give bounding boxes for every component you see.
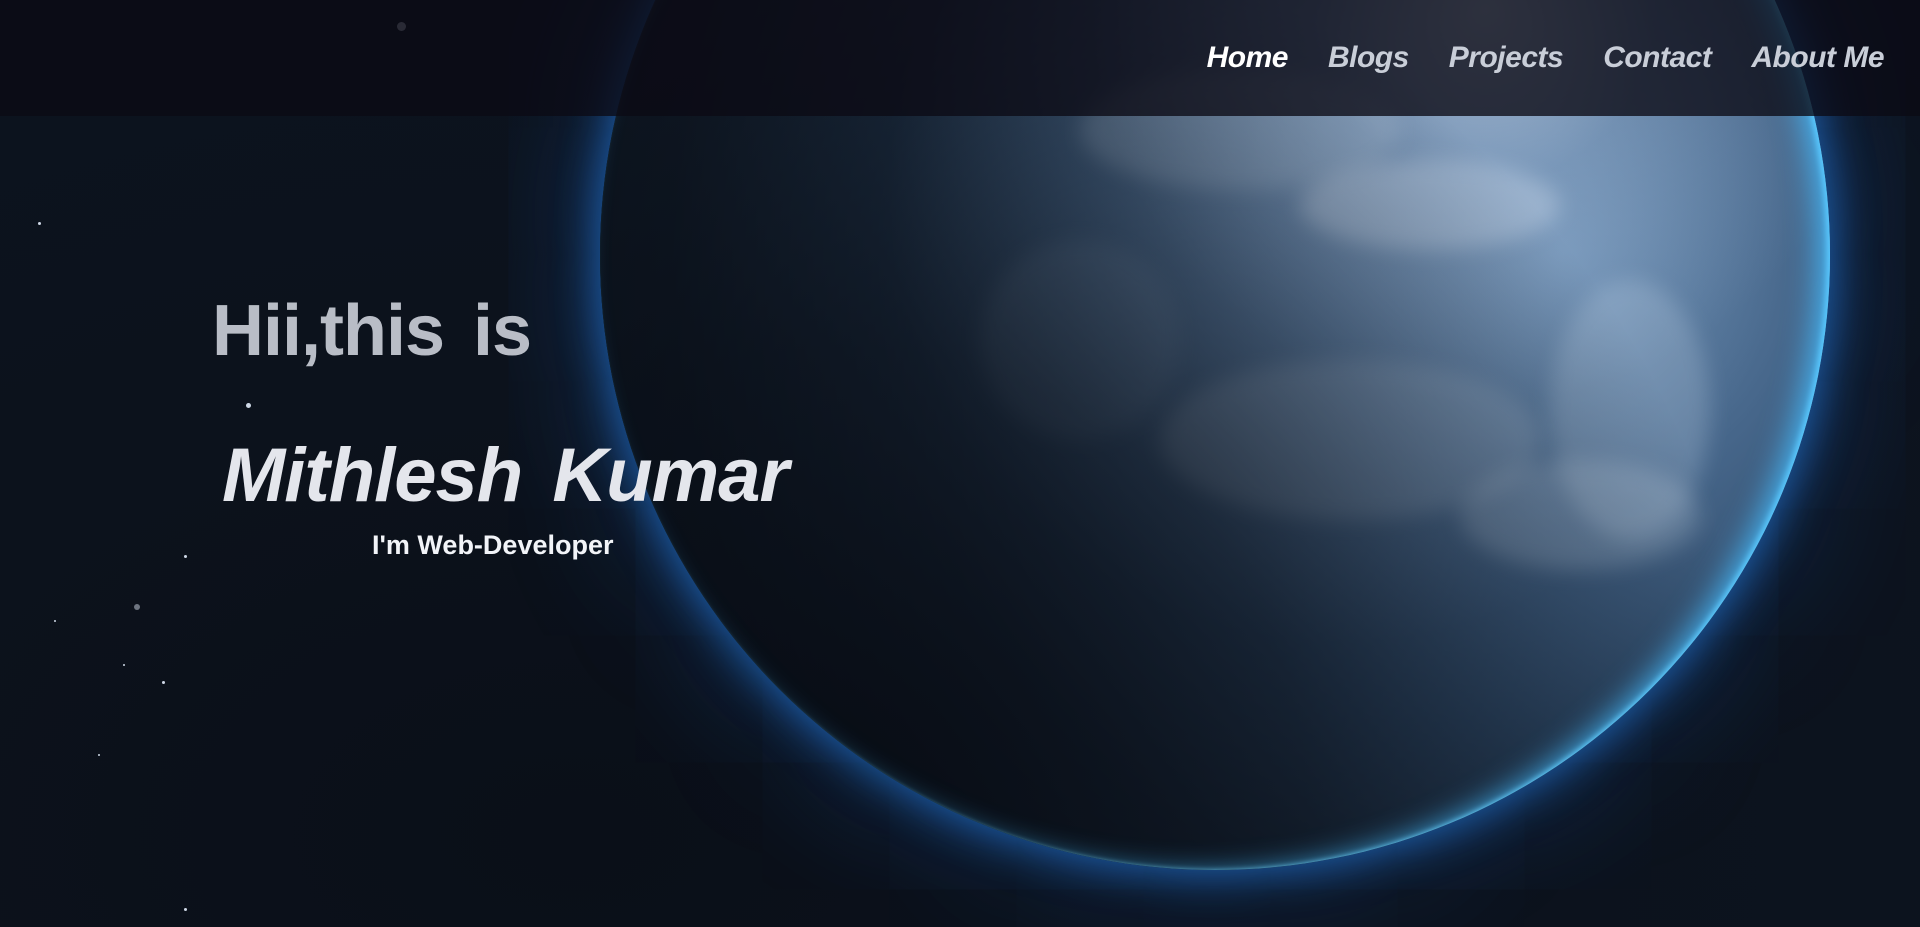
nav-link-blogs[interactable]: Blogs — [1328, 41, 1409, 75]
star — [38, 222, 41, 225]
page-background: Home Blogs Projects Contact About Me Hii… — [0, 0, 1920, 927]
star — [123, 664, 125, 666]
nav-link-contact[interactable]: Contact — [1603, 41, 1712, 75]
hero-name: Mithlesh Kumar — [222, 433, 789, 518]
hero-role: I'm Web-Developer — [372, 530, 614, 560]
top-navbar: Home Blogs Projects Contact About Me — [0, 0, 1920, 116]
star — [184, 555, 187, 558]
nav-link-about-me[interactable]: About Me — [1751, 41, 1884, 75]
star — [98, 754, 100, 756]
star — [54, 620, 56, 622]
star — [184, 908, 187, 911]
nav-link-home[interactable]: Home — [1207, 41, 1289, 75]
nav-link-projects[interactable]: Projects — [1449, 41, 1564, 75]
star — [246, 403, 251, 408]
hero-greeting: Hii,this is — [212, 291, 532, 371]
star — [134, 604, 140, 610]
star — [162, 681, 165, 684]
